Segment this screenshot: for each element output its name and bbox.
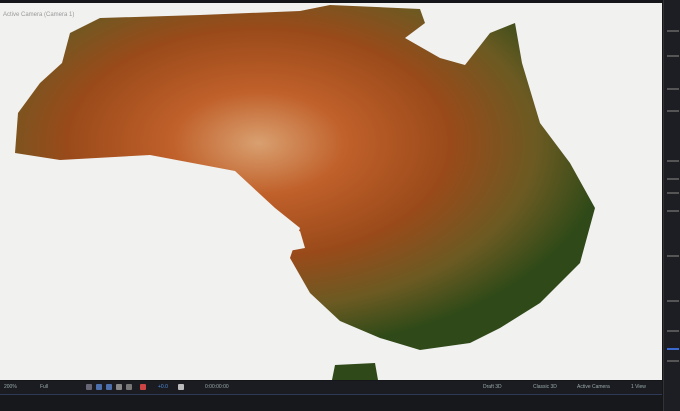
view-dropdown[interactable]: Active Camera [577, 384, 610, 390]
grid-icon[interactable] [96, 384, 102, 390]
mask-icon[interactable] [106, 384, 112, 390]
panel-row [667, 178, 679, 180]
mainland [15, 5, 595, 350]
exposure-value[interactable]: +0.0 [158, 384, 168, 390]
snapshot-icon[interactable] [178, 384, 184, 390]
draft-3d-toggle[interactable]: Draft 3D [483, 384, 502, 390]
color-management-icon[interactable] [140, 384, 146, 390]
camera-label: Active Camera (Camera 1) [3, 12, 75, 18]
panel-row [667, 160, 679, 162]
bottom-panel [0, 395, 662, 411]
panel-row [667, 192, 679, 194]
panel-row [667, 210, 679, 212]
panel-toggle[interactable] [667, 348, 679, 350]
renderer-dropdown[interactable]: Classic 3D [533, 384, 557, 390]
panel-row [667, 330, 679, 332]
zoom-dropdown[interactable]: 200% [4, 384, 17, 390]
panel-row [667, 255, 679, 257]
panel-row [667, 110, 679, 112]
viewer-toolbar: 200% Full +0.0 0:00:00:00 Draft 3D Class… [0, 381, 662, 395]
channel-icon[interactable] [126, 384, 132, 390]
transparency-icon[interactable] [116, 384, 122, 390]
panel-row [667, 55, 679, 57]
panel-row [667, 300, 679, 302]
layout-dropdown[interactable]: 1 View [631, 384, 646, 390]
timecode[interactable]: 0:00:00:00 [205, 384, 229, 390]
resolution-dropdown[interactable]: Full [40, 384, 48, 390]
tasmania [332, 363, 378, 380]
australia-map-image [15, 5, 595, 380]
region-icon[interactable] [86, 384, 92, 390]
panel-row [667, 88, 679, 90]
composition-viewer[interactable]: Active Camera (Camera 1) [0, 3, 662, 380]
panel-row [667, 360, 679, 362]
panel-row [667, 30, 679, 32]
properties-panel [663, 0, 680, 411]
